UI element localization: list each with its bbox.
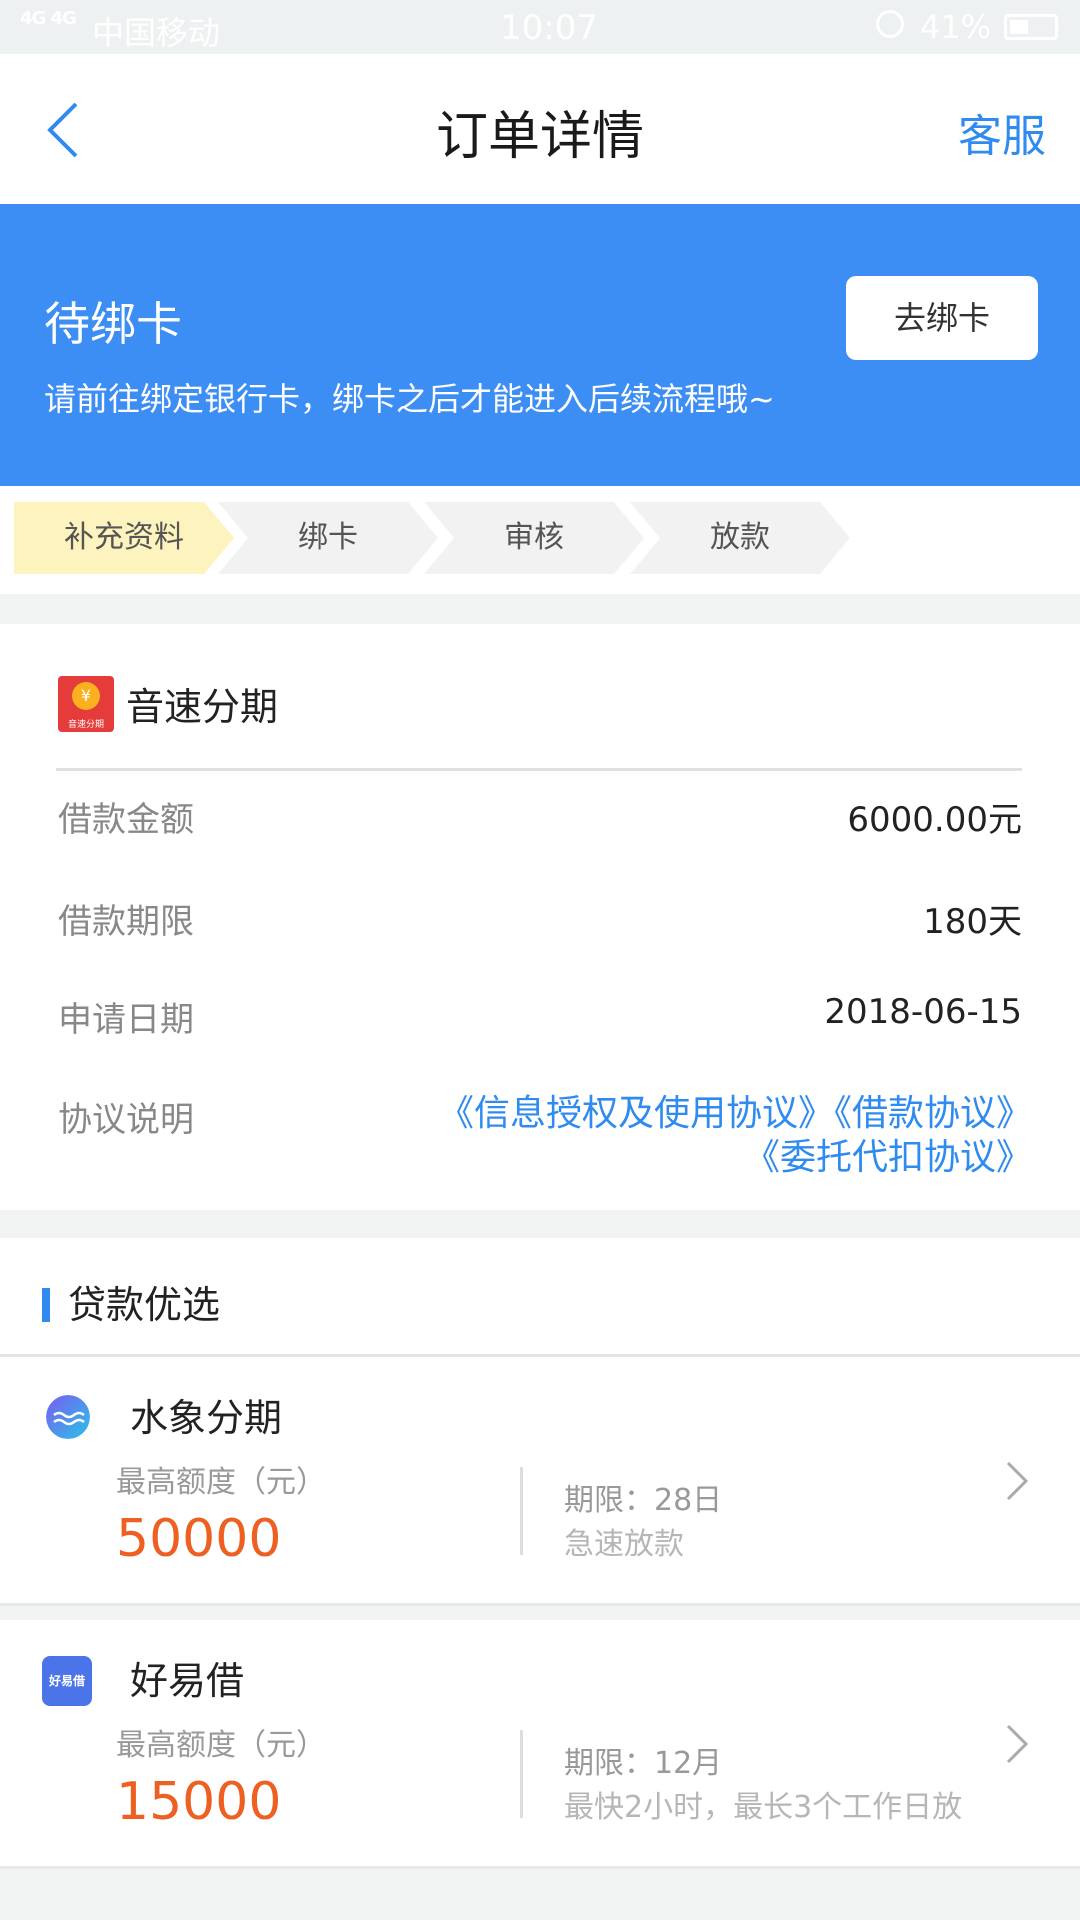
order-details-card: ¥ 音速分期 音速分期 借款金额 6000.00元 借款期限 180天 申请日期… [0,624,1080,1210]
divider [56,768,1022,771]
page-title: 订单详情 [435,107,644,167]
section-accent-bar [42,1288,50,1322]
chevron-right-icon [1006,1461,1029,1501]
apply-date-value: 2018-06-15 [824,992,1022,1032]
step-label: 补充资料 [64,520,184,555]
alarm-icon [876,10,904,38]
step-label: 绑卡 [298,520,358,555]
signal-icon: 4G 4G [20,8,77,29]
coin-icon: ¥ [72,682,100,710]
loan-name: 好易借 [130,1659,245,1703]
loan-description: 最快2小时，最长3个工作日放 [564,1790,963,1825]
step-bind-card: 绑卡 [218,502,438,574]
loan-term-value: 180天 [923,902,1022,942]
vertical-divider [520,1730,523,1818]
status-banner: 待绑卡 请前往绑定银行卡，绑卡之后才能进入后续流程哦~ 去绑卡 [0,204,1080,486]
max-amount-value: 15000 [116,1772,282,1832]
step-supplement-info: 补充资料 [14,502,234,574]
product-name: 音速分期 [126,685,279,729]
step-label: 放款 [710,520,770,555]
loan-item-haoyijie[interactable]: 好易借 好易借 最高额度（元） 15000 期限：12月 最快2小时，最长3个工… [0,1620,1080,1869]
bind-card-button[interactable]: 去绑卡 [846,276,1038,360]
battery-icon [1004,14,1058,40]
carrier-label: 中国移动 [92,14,221,52]
max-amount-label: 最高额度（元） [116,1728,326,1763]
loan-term: 期限：12月 [564,1746,723,1781]
loan-description: 急速放款 [564,1527,684,1562]
loan-name: 水象分期 [130,1396,283,1440]
max-amount-label: 最高额度（元） [116,1465,326,1500]
progress-steps: 补充资料 绑卡 审核 放款 [0,486,1080,594]
chevron-right-icon [1006,1724,1029,1764]
agreement-label: 协议说明 [58,1100,194,1140]
apply-date-label: 申请日期 [58,1000,194,1040]
title-bar: 订单详情 客服 [0,54,1080,204]
max-amount-value: 50000 [116,1509,282,1569]
order-detail-page: 4G 4G 中国移动 10:07 41% 订单详情 客服 待绑卡 请前往绑定银行… [0,0,1080,1920]
step-label: 审核 [504,520,564,555]
status-message: 请前往绑定银行卡，绑卡之后才能进入后续流程哦~ [44,380,775,418]
recommend-section-header: 贷款优选 [0,1238,1080,1357]
step-review: 审核 [424,502,644,574]
agreement-link-line2[interactable]: 《委托代扣协议》 [312,1136,1032,1180]
wave-logo-icon [46,1395,90,1439]
agreement-link-line1[interactable]: 《信息授权及使用协议》《借款协议》 [312,1092,1032,1136]
loan-item-shuixiang[interactable]: 水象分期 最高额度（元） 50000 期限：28日 急速放款 [0,1357,1080,1606]
logo-text: 音速分期 [67,720,104,730]
loan-term-label: 借款期限 [58,902,194,942]
step-disburse: 放款 [630,502,850,574]
vertical-divider [520,1467,523,1555]
haoyijie-logo-icon: 好易借 [42,1656,92,1706]
clock: 10:07 [500,8,598,48]
order-status: 待绑卡 [44,297,182,351]
loan-amount-value: 6000.00元 [847,800,1022,840]
section-title: 贷款优选 [68,1283,221,1327]
agreement-links: 《信息授权及使用协议》《借款协议》 《委托代扣协议》 [312,1092,1032,1180]
customer-service-button[interactable]: 客服 [958,100,1046,164]
loan-term: 期限：28日 [564,1483,723,1518]
loan-amount-label: 借款金额 [58,800,194,840]
status-bar: 4G 4G 中国移动 10:07 41% [0,0,1080,54]
yinsu-logo-icon: ¥ 音速分期 [58,676,114,732]
battery-percent: 41% [920,8,992,46]
